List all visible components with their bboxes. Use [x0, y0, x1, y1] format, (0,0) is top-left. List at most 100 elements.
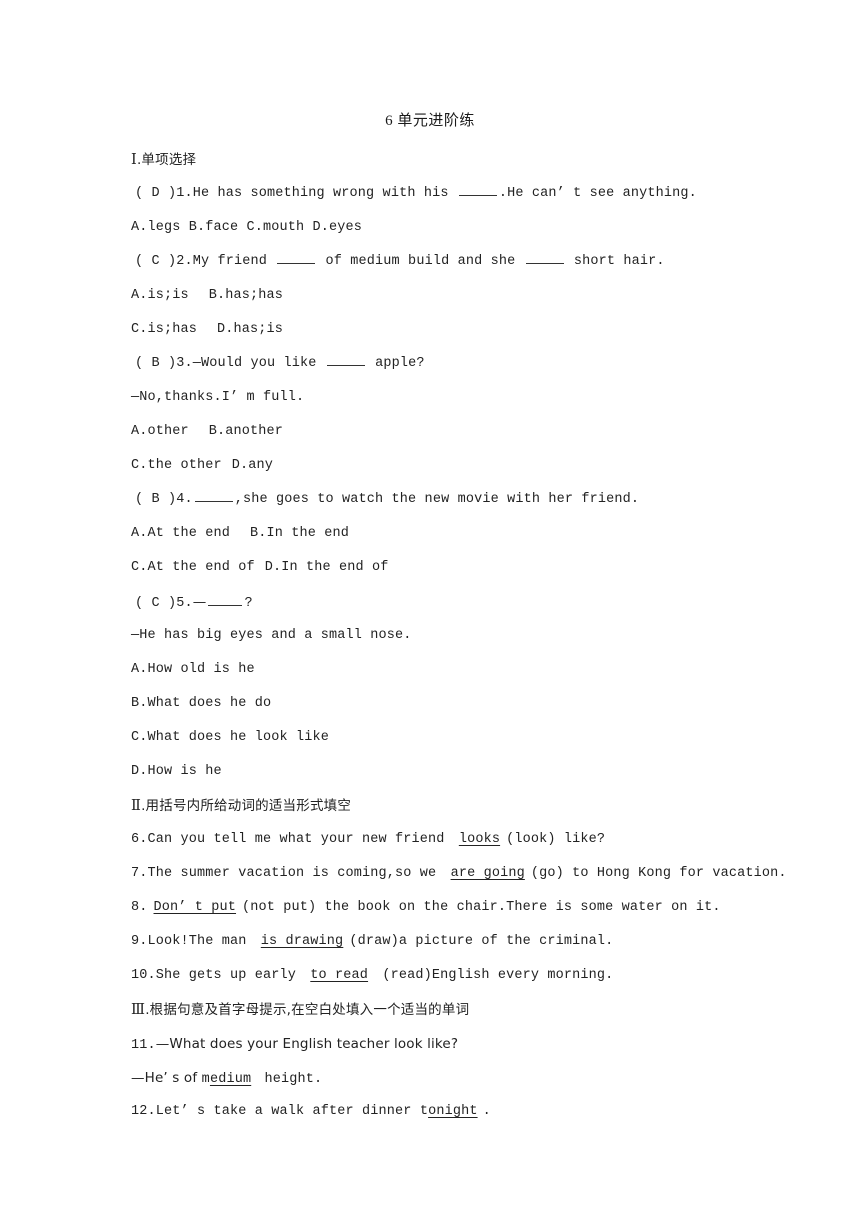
- mc-option-4a[interactable]: A.At the end: [131, 526, 230, 541]
- filled-answer[interactable]: are going: [445, 866, 531, 881]
- section-3-numeral: Ⅲ: [131, 1002, 146, 1018]
- mc-question-4: ( B )4. ,she goes to watch the new movie …: [131, 483, 831, 517]
- mc-options-4-row2[interactable]: C.At the end of D.In the end of: [131, 551, 831, 585]
- word-hint-letter-11: m: [201, 1072, 210, 1087]
- mc-stem-4b: ,she goes to watch the new movie with he…: [234, 492, 640, 507]
- word-number-12: 12.: [131, 1104, 156, 1119]
- filled-answer[interactable]: edium: [210, 1072, 256, 1087]
- word-question-11: 11.—What does your English teacher look …: [131, 1027, 831, 1061]
- worksheet-page: 6 单元进阶练 Ⅰ.单项选择 ( D )1.He has something w…: [0, 0, 860, 1216]
- answer-blank[interactable]: [326, 352, 365, 366]
- page-title: 6 单元进阶练: [385, 113, 475, 129]
- mc-options-3-row1[interactable]: A.other B.another: [131, 415, 831, 449]
- mc-options-3-row2[interactable]: C.the other D.any: [131, 449, 831, 483]
- mc-reply-5: —He has big eyes and a small nose.: [131, 628, 412, 643]
- fill-number-8: 8.: [131, 900, 148, 915]
- section-2-label: .用括号内所给动词的适当形式填空: [141, 798, 352, 814]
- mc-option-5b[interactable]: B.What does he do: [131, 687, 831, 721]
- mc-options-4-row1[interactable]: A.At the end B.In the end: [131, 517, 831, 551]
- section-heading-1: Ⅰ.单项选择: [131, 143, 831, 177]
- fill-before-10: She gets up early: [155, 968, 305, 983]
- fill-number-10: 10.: [131, 968, 156, 983]
- fill-before-9: Look!The man: [147, 934, 255, 949]
- fill-question-6: 6.Can you tell me what your new friend l…: [131, 823, 831, 857]
- mc-stem-5a: —: [192, 594, 207, 610]
- mc-options-1[interactable]: A.legs B.face C.mouth D.eyes: [131, 211, 831, 245]
- fill-question-8: 8. Don’ t put (not put) the book on the ch…: [131, 891, 831, 925]
- mc-stem-5b: ?: [244, 596, 253, 611]
- mc-answer-3: ( B ): [135, 356, 177, 371]
- mc-answer-1: ( D ): [135, 186, 177, 201]
- answer-blank[interactable]: [194, 488, 233, 502]
- filled-answer[interactable]: looks: [453, 832, 506, 847]
- mc-answer-5: ( C ): [135, 596, 177, 611]
- mc-question-2: ( C )2.My friend of medium build and she…: [131, 245, 831, 279]
- mc-option-3d[interactable]: D.any: [232, 458, 273, 473]
- fill-question-9: 9.Look!The man is drawing (draw)a picture…: [131, 925, 831, 959]
- word-hint-letter-12: t: [419, 1104, 429, 1119]
- section-heading-3: Ⅲ.根据句意及首字母提示,在空白处填入一个适当的单词: [131, 993, 831, 1027]
- answer-blank[interactable]: [458, 182, 497, 196]
- section-2-numeral: Ⅱ: [131, 798, 142, 814]
- mc-answer-2: ( C ): [135, 254, 177, 269]
- fill-before-7: The summer vacation is coming,so we: [147, 866, 445, 881]
- answer-blank[interactable]: [208, 592, 243, 606]
- mc-option-3b[interactable]: B.another: [209, 424, 283, 439]
- mc-stem-2a: My friend: [192, 254, 276, 269]
- mc-stem-1a: He has something wrong with his: [192, 186, 457, 201]
- section-3-label: .根据句意及首字母提示,在空白处填入一个适当的单词: [145, 1002, 470, 1018]
- filled-answer[interactable]: to read: [304, 968, 374, 983]
- mc-number-4: 4.: [176, 492, 193, 507]
- word-answer-11: —He’ s of medium height.: [131, 1061, 831, 1095]
- mc-number-3: 3.: [176, 356, 193, 371]
- mc-options-2-row1[interactable]: A.is;is B.has;has: [131, 279, 831, 313]
- word-question-12: 12.Let’ s take a walk after dinner tonig…: [131, 1095, 831, 1129]
- word-number-11: 11.: [131, 1038, 156, 1053]
- fill-question-7: 7.The summer vacation is coming,so we ar…: [131, 857, 831, 891]
- filled-answer[interactable]: onight: [428, 1104, 483, 1119]
- mc-stem-3a: —Would you like: [192, 356, 325, 371]
- fill-number-6: 6.: [131, 832, 148, 847]
- mc-question-5: ( C )5.—?: [131, 585, 831, 619]
- mc-option-5d[interactable]: D.How is he: [131, 755, 831, 789]
- word-answer-after-11: height.: [256, 1072, 323, 1087]
- section-heading-2: Ⅱ.用括号内所给动词的适当形式填空: [131, 789, 831, 823]
- mc-stem-2b: of medium build and she: [317, 254, 524, 269]
- fill-after-7: (go) to Hong Kong for vacation.: [530, 866, 787, 881]
- mc-stem-2c: short hair.: [565, 254, 665, 269]
- answer-blank[interactable]: [277, 250, 316, 264]
- mc-question-3: ( B )3.—Would you like apple?: [131, 347, 831, 381]
- mc-option-3a[interactable]: A.other: [131, 424, 189, 439]
- mc-answer-4: ( B ): [135, 492, 177, 507]
- mc-number-5: 5.: [176, 596, 193, 611]
- filled-answer[interactable]: is drawing: [255, 934, 350, 949]
- filled-answer[interactable]: Don’ t put: [148, 900, 243, 915]
- fill-after-10: (read)English every morning.: [374, 968, 614, 983]
- mc-option-4d[interactable]: D.In the end of: [265, 560, 389, 575]
- mc-stem-1b: .He can’ t see anything.: [498, 186, 697, 201]
- mc-option-5c[interactable]: C.What does he look like: [131, 721, 831, 755]
- answer-blank[interactable]: [525, 250, 564, 264]
- word-prompt-11: —What does your English teacher look lik…: [155, 1036, 459, 1052]
- mc-option-2d[interactable]: D.has;is: [217, 322, 283, 337]
- mc-number-1: 1.: [176, 186, 193, 201]
- fill-after-8: (not put) the book on the chair.There is…: [242, 900, 721, 915]
- mc-option-2c[interactable]: C.is;has: [131, 322, 197, 337]
- mc-question-1: ( D )1.He has something wrong with his .…: [131, 177, 831, 211]
- fill-after-6: (look) like?: [506, 832, 606, 847]
- mc-option-2a[interactable]: A.is;is: [131, 288, 189, 303]
- mc-stem-3b: apple?: [366, 356, 425, 371]
- fill-number-7: 7.: [131, 866, 148, 881]
- word-answer-before-12: Let’ s take a walk after dinner: [155, 1104, 420, 1119]
- mc-reply-3: —No,thanks.I’ m full.: [131, 390, 305, 405]
- mc-options-2-row2[interactable]: C.is;has D.has;is: [131, 313, 831, 347]
- fill-after-9: (draw)a picture of the criminal.: [349, 934, 614, 949]
- mc-option-3c[interactable]: C.the other: [131, 458, 222, 473]
- mc-option-5a[interactable]: A.How old is he: [131, 653, 831, 687]
- worksheet-body: Ⅰ.单项选择 ( D )1.He has something wrong wit…: [131, 143, 831, 1129]
- section-1-label: .单项选择: [136, 152, 197, 168]
- mc-option-2b[interactable]: B.has;has: [209, 288, 283, 303]
- mc-option-4c[interactable]: C.At the end of: [131, 560, 255, 575]
- fill-question-10: 10.She gets up early to read (read)Engli…: [131, 959, 831, 993]
- mc-option-4b[interactable]: B.In the end: [250, 526, 349, 541]
